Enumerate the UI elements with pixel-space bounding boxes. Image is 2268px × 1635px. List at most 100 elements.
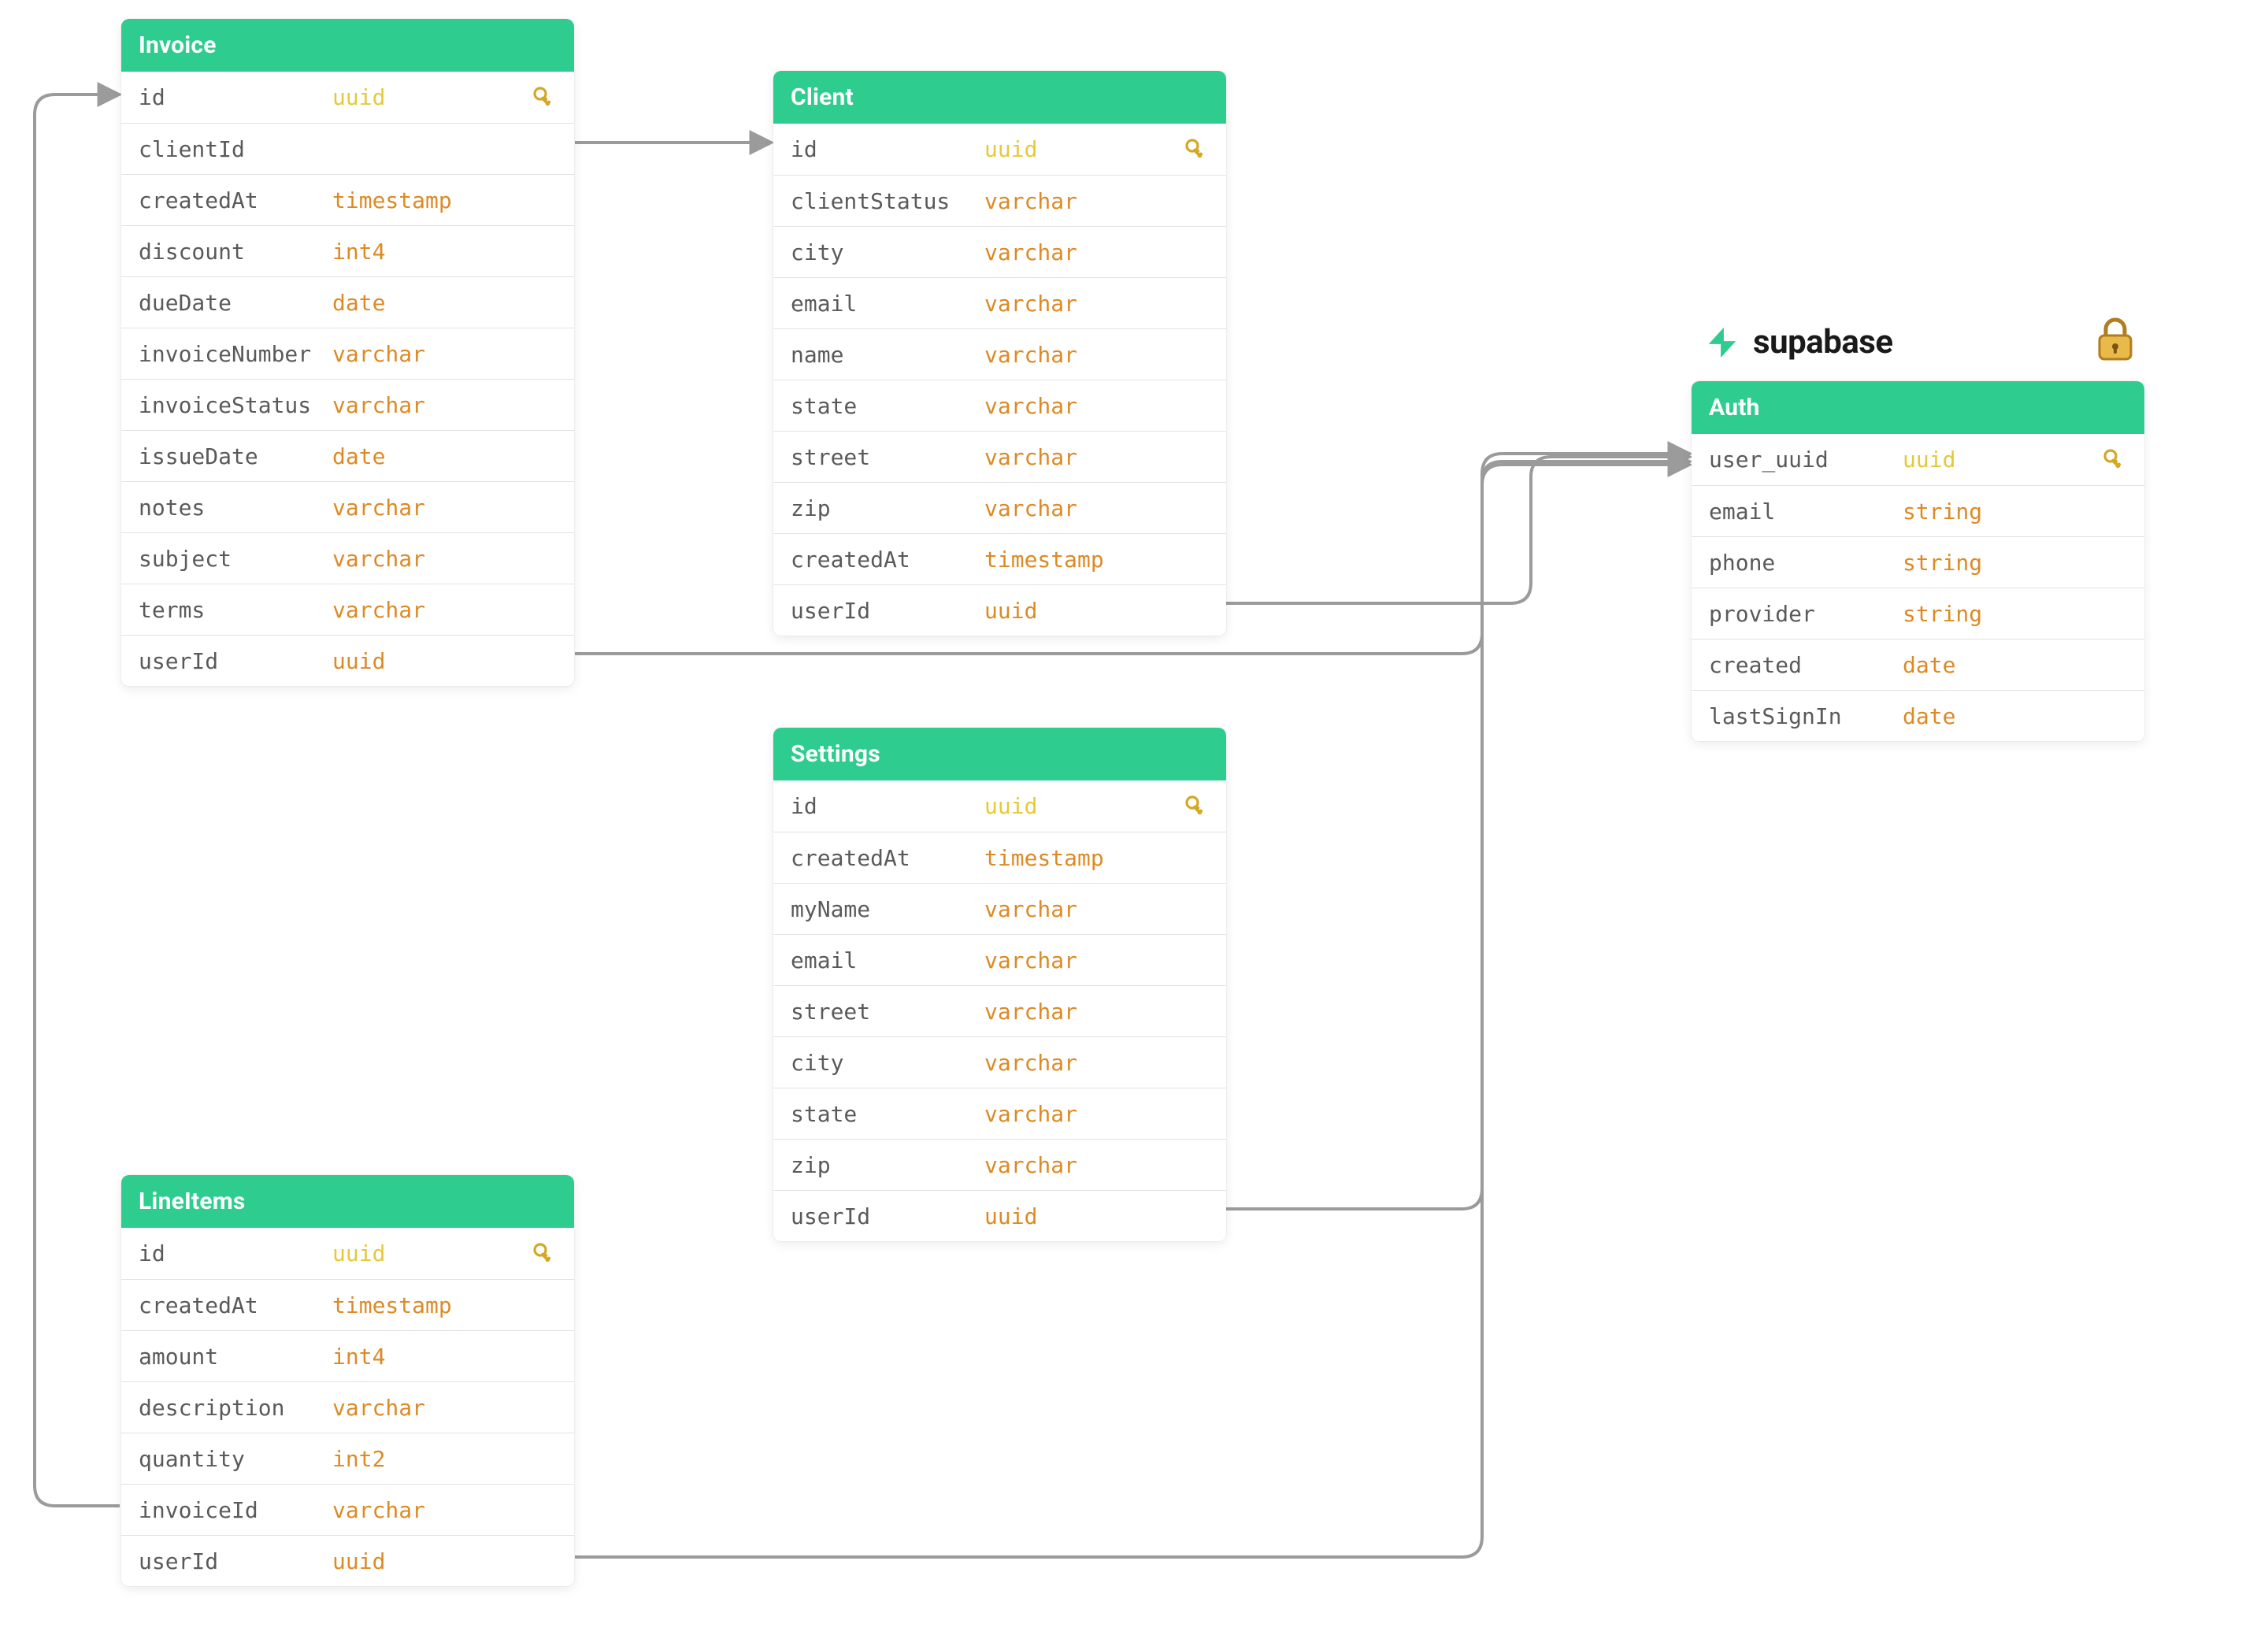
table-header: Settings: [773, 728, 1226, 780]
table-row[interactable]: providerstring: [1692, 588, 2144, 639]
column-type: uuid: [332, 84, 525, 110]
column-type: timestamp: [332, 187, 525, 213]
table-row[interactable]: userIduuid: [121, 635, 574, 686]
column-type: date: [332, 290, 525, 316]
table-row[interactable]: iduuid: [121, 72, 574, 123]
table-row[interactable]: discountint4: [121, 225, 574, 276]
column-name: lastSignIn: [1709, 703, 1903, 729]
table-row[interactable]: subjectvarchar: [121, 532, 574, 584]
column-type: varchar: [332, 1497, 525, 1523]
table-row[interactable]: userIduuid: [773, 584, 1226, 636]
table-row[interactable]: namevarchar: [773, 328, 1226, 380]
column-type: uuid: [984, 136, 1177, 162]
table-row[interactable]: userIduuid: [121, 1535, 574, 1586]
table-row[interactable]: myNamevarchar: [773, 883, 1226, 934]
table-row[interactable]: createdAttimestamp: [773, 533, 1226, 584]
table-title: Invoice: [139, 32, 217, 59]
table-row[interactable]: zipvarchar: [773, 482, 1226, 533]
table-row[interactable]: iduuid: [773, 124, 1226, 175]
table-row[interactable]: notesvarchar: [121, 481, 574, 532]
table-auth[interactable]: Auth user_uuiduuidemailstringphonestring…: [1692, 381, 2144, 741]
table-row[interactable]: invoiceStatusvarchar: [121, 379, 574, 430]
column-type: uuid: [984, 598, 1177, 624]
column-name: id: [791, 793, 984, 819]
rel-client-userid-to-auth: [1226, 457, 1688, 603]
table-row[interactable]: amountint4: [121, 1330, 574, 1381]
column-name: invoiceStatus: [139, 392, 332, 418]
column-type: uuid: [984, 793, 1177, 819]
column-type: varchar: [332, 597, 525, 623]
column-type: date: [1903, 703, 2096, 729]
rel-settings-userid-to-auth: [1226, 462, 1688, 1209]
table-row[interactable]: lastSignIndate: [1692, 690, 2144, 741]
erd-canvas: Invoice iduuidclientIdcreatedAttimestamp…: [0, 0, 2268, 1635]
column-name: quantity: [139, 1446, 332, 1472]
table-row[interactable]: issueDatedate: [121, 430, 574, 481]
table-lineitems[interactable]: LineItems iduuidcreatedAttimestampamount…: [121, 1175, 574, 1586]
table-settings[interactable]: Settings iduuidcreatedAttimestampmyNamev…: [773, 728, 1226, 1241]
table-row[interactable]: dueDatedate: [121, 276, 574, 328]
table-row[interactable]: iduuid: [773, 780, 1226, 832]
column-name: myName: [791, 896, 984, 922]
table-row[interactable]: zipvarchar: [773, 1139, 1226, 1190]
supabase-brand: supabase: [1704, 323, 1893, 361]
column-name: email: [791, 947, 984, 973]
table-row[interactable]: cityvarchar: [773, 1036, 1226, 1088]
column-name: id: [139, 1240, 332, 1266]
table-title: Client: [791, 83, 854, 111]
table-row[interactable]: userIduuid: [773, 1190, 1226, 1241]
column-name: dueDate: [139, 290, 332, 316]
column-name: city: [791, 1050, 984, 1076]
column-type: varchar: [332, 546, 525, 572]
primary-key-icon: [1184, 137, 1209, 162]
table-row[interactable]: createdAttimestamp: [121, 1279, 574, 1330]
table-row[interactable]: statevarchar: [773, 380, 1226, 431]
column-name: email: [1709, 499, 1903, 525]
table-row[interactable]: quantityint2: [121, 1433, 574, 1484]
column-name: street: [791, 444, 984, 470]
pk-slot: [1177, 794, 1209, 819]
lock-icon: [2090, 313, 2140, 364]
table-row[interactable]: createddate: [1692, 639, 2144, 690]
table-row[interactable]: clientStatusvarchar: [773, 175, 1226, 226]
column-name: city: [791, 239, 984, 265]
table-row[interactable]: streetvarchar: [773, 985, 1226, 1036]
column-name: name: [791, 342, 984, 368]
table-invoice[interactable]: Invoice iduuidclientIdcreatedAttimestamp…: [121, 19, 574, 686]
column-type: varchar: [984, 342, 1177, 368]
column-type: varchar: [332, 1395, 525, 1421]
column-type: uuid: [332, 1548, 525, 1574]
supabase-wordmark: supabase: [1753, 323, 1893, 361]
column-type: uuid: [332, 648, 525, 674]
table-row[interactable]: clientId: [121, 123, 574, 174]
table-row[interactable]: user_uuiduuid: [1692, 434, 2144, 485]
table-row[interactable]: iduuid: [121, 1228, 574, 1279]
column-type: date: [1903, 652, 2096, 678]
table-row[interactable]: emailvarchar: [773, 277, 1226, 328]
table-title: Settings: [791, 740, 880, 768]
table-row[interactable]: streetvarchar: [773, 431, 1226, 482]
column-type: varchar: [984, 393, 1177, 419]
column-type: timestamp: [984, 547, 1177, 573]
table-row[interactable]: emailstring: [1692, 485, 2144, 536]
table-header: Invoice: [121, 19, 574, 72]
table-row[interactable]: cityvarchar: [773, 226, 1226, 277]
table-row[interactable]: createdAttimestamp: [121, 174, 574, 225]
table-row[interactable]: emailvarchar: [773, 934, 1226, 985]
column-name: state: [791, 1101, 984, 1127]
column-type: varchar: [984, 1152, 1177, 1178]
table-row[interactable]: termsvarchar: [121, 584, 574, 635]
column-name: state: [791, 393, 984, 419]
column-name: zip: [791, 1152, 984, 1178]
table-row[interactable]: statevarchar: [773, 1088, 1226, 1139]
table-row[interactable]: invoiceNumbervarchar: [121, 328, 574, 379]
column-name: provider: [1709, 601, 1903, 627]
table-row[interactable]: createdAttimestamp: [773, 832, 1226, 883]
table-client[interactable]: Client iduuidclientStatusvarcharcityvarc…: [773, 71, 1226, 636]
table-row[interactable]: phonestring: [1692, 536, 2144, 588]
column-type: varchar: [984, 896, 1177, 922]
table-row[interactable]: descriptionvarchar: [121, 1381, 574, 1433]
column-name: discount: [139, 239, 332, 265]
table-row[interactable]: invoiceIdvarchar: [121, 1484, 574, 1535]
table-title: Auth: [1709, 394, 1760, 421]
